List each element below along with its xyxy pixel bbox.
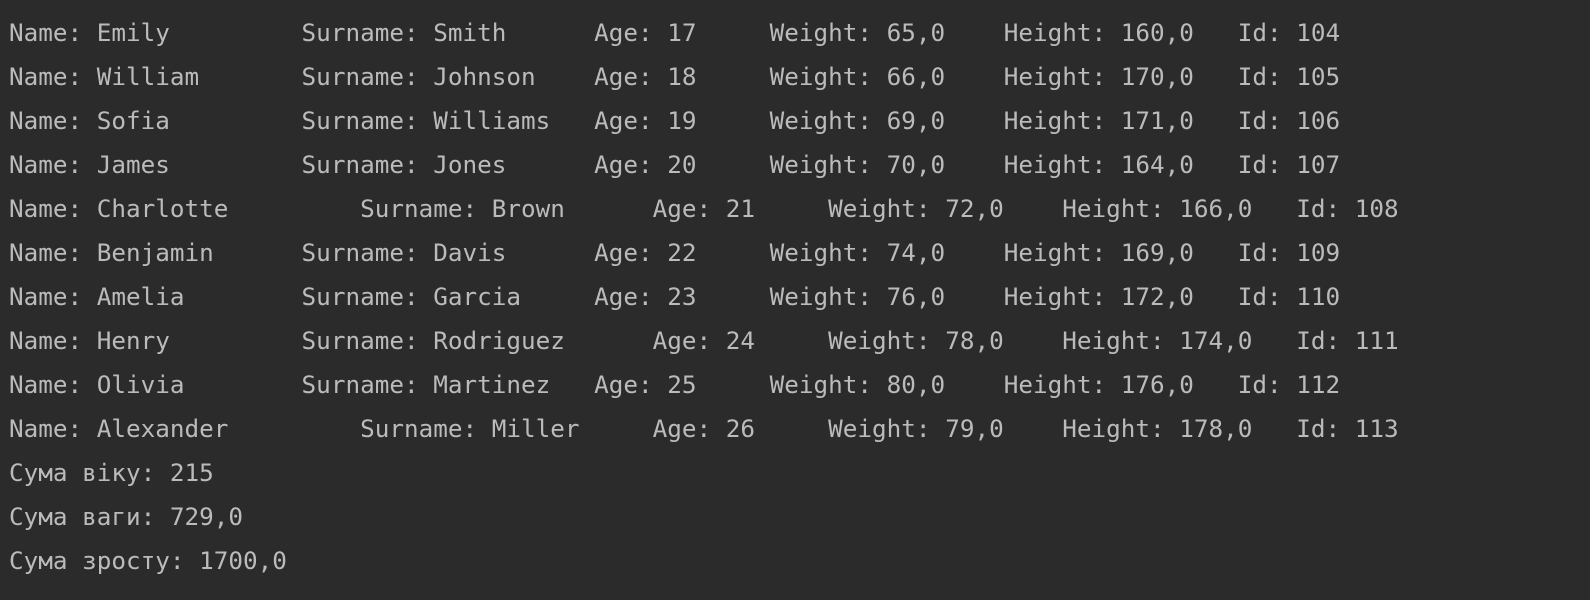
age-sum-line: Сума віку: 215 (9, 458, 214, 487)
console-line: Name: Benjamin Surname: Davis Age: 22 We… (9, 238, 1341, 267)
console-line: Name: Alexander Surname: Miller Age: 26 … (9, 414, 1399, 443)
console-line: Name: James Surname: Jones Age: 20 Weigh… (9, 150, 1341, 179)
console-line: Name: Olivia Surname: Martinez Age: 25 W… (9, 370, 1341, 399)
console-line: Name: Emily Surname: Smith Age: 17 Weigh… (9, 18, 1341, 47)
console-line: Name: Charlotte Surname: Brown Age: 21 W… (9, 194, 1399, 223)
console-line: Name: Sofia Surname: Williams Age: 19 We… (9, 106, 1341, 135)
console-line: Name: Amelia Surname: Garcia Age: 23 Wei… (9, 282, 1341, 311)
height-sum-line: Сума зросту: 1700,0 (9, 546, 287, 575)
console-output: Name: Emily Surname: Smith Age: 17 Weigh… (0, 0, 1590, 600)
console-line: Name: William Surname: Johnson Age: 18 W… (9, 62, 1341, 91)
console-line: Name: Henry Surname: Rodriguez Age: 24 W… (9, 326, 1399, 355)
weight-sum-line: Сума ваги: 729,0 (9, 502, 244, 531)
